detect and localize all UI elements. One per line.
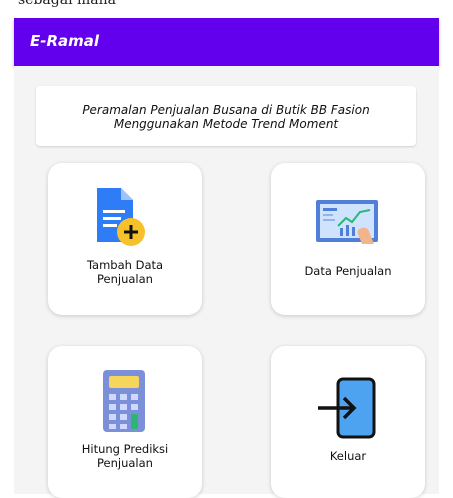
chart-board-icon <box>316 200 378 244</box>
menu-card-sales-data[interactable]: Data Penjualan <box>271 163 425 315</box>
menu-card-predict-sales-label-line1: Hitung Prediksi <box>81 442 169 456</box>
menu-card-sales-data-label: Data Penjualan <box>304 264 392 278</box>
calculator-icon <box>103 370 145 432</box>
app-title: E-Ramal <box>30 32 100 50</box>
banner-title-line1: Peramalan Penjualan Busana di Butik BB F… <box>82 103 370 117</box>
header-banner: Peramalan Penjualan Busana di Butik BB F… <box>36 86 416 146</box>
top-crop-strip: sebagai mana <box>0 0 453 18</box>
menu-card-predict-sales-label-line2: Penjualan <box>97 456 153 470</box>
menu-card-add-sales-label-line1: Tambah Data <box>86 258 164 272</box>
cropped-text: sebagai mana <box>18 0 116 8</box>
add-document-icon <box>97 188 145 246</box>
menu-card-add-sales[interactable]: Tambah Data Penjualan <box>48 163 202 315</box>
logout-icon <box>318 377 376 439</box>
main-content: Peramalan Penjualan Busana di Butik BB F… <box>14 66 439 498</box>
banner-title-line2: Menggunakan Metode Trend Moment <box>113 117 339 131</box>
menu-card-predict-sales[interactable]: Hitung Prediksi Penjualan <box>48 346 202 498</box>
app-bar: E-Ramal <box>14 18 439 66</box>
menu-card-logout-label: Keluar <box>329 449 367 463</box>
menu-card-add-sales-label-line2: Penjualan <box>97 272 153 286</box>
menu-card-logout[interactable]: Keluar <box>271 346 425 498</box>
